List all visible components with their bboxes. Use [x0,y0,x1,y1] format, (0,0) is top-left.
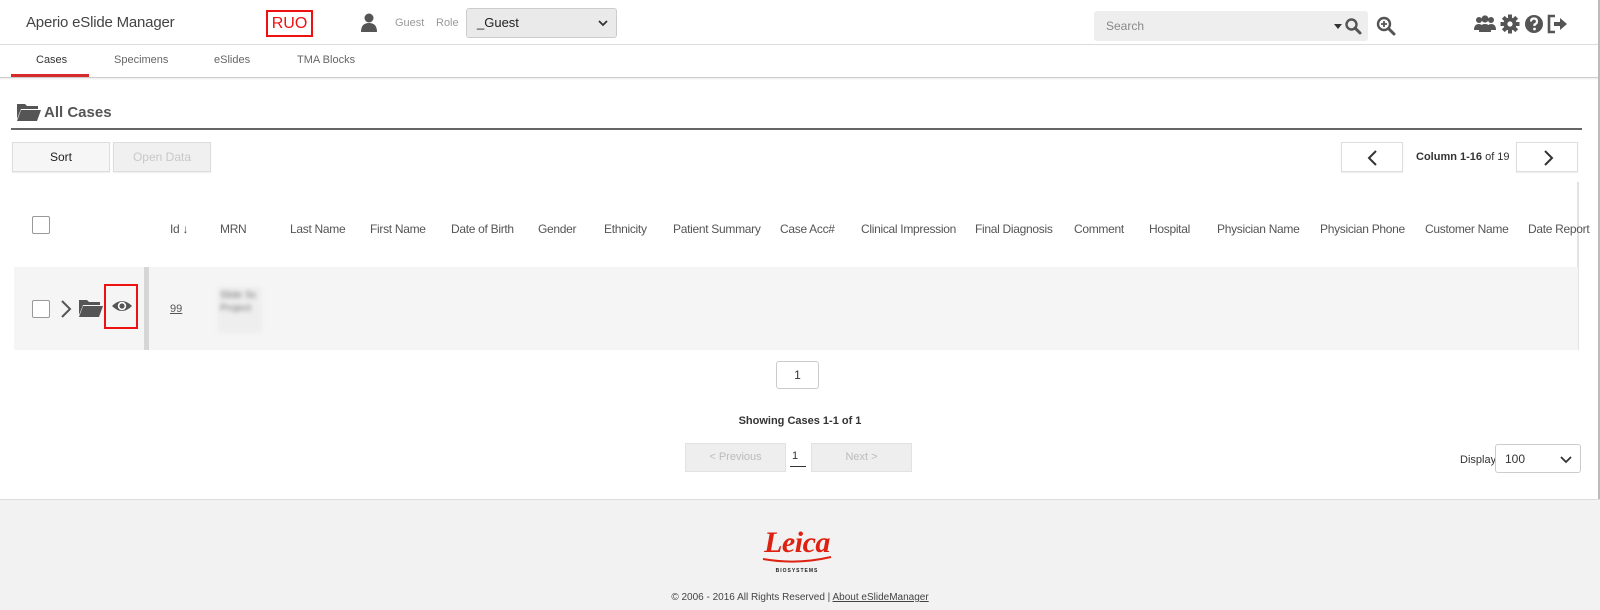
about-link[interactable]: About eSlideManager [833,592,929,603]
column-range-info: Column 1-16 of 19 [1416,151,1510,163]
chevron-left-icon [1367,150,1377,166]
sort-button[interactable]: Sort [12,142,110,172]
user-name: Guest [395,17,425,29]
column-header-customer-name[interactable]: Customer Name [1425,222,1509,236]
column-header-date-of-birth[interactable]: Date of Birth [451,222,514,236]
caret-down-icon[interactable] [1334,24,1342,29]
tab-specimens[interactable]: Specimens [114,54,168,66]
column-header-comment[interactable]: Comment [1074,222,1124,236]
tab-eslides[interactable]: eSlides [214,54,250,66]
role-select-value: _Guest [477,15,519,30]
column-header-clinical-impression[interactable]: Clinical Impression [861,222,956,236]
display-count-value: 100 [1505,452,1526,466]
ruo-badge: RUO [266,10,313,37]
current-page-underline [790,466,806,467]
column-header-first-name[interactable]: First Name [370,222,426,236]
view-case-highlight[interactable] [104,284,138,329]
section-divider [11,128,1582,130]
column-header-ethnicity[interactable]: Ethnicity [604,222,647,236]
role-select[interactable]: _Guest [466,8,617,38]
gear-icon[interactable] [1499,13,1521,35]
chevron-down-icon [598,20,608,27]
open-data-button[interactable]: Open Data [113,142,211,172]
copyright-text: © 2006 - 2016 All Rights Reserved | [671,592,831,603]
column-range: Column 1-16 [1416,151,1483,163]
page-title: All Cases [44,104,112,121]
display-count-select[interactable]: 100 [1495,444,1581,473]
column-header-id[interactable]: Id ↓ [170,222,188,236]
display-label: Display [1460,454,1497,466]
mrn-cell: Slide Sc Project [218,287,262,333]
column-total: of 19 [1485,151,1510,163]
column-header-final-diagnosis[interactable]: Final Diagnosis [975,222,1053,236]
eye-icon[interactable] [111,298,133,314]
app-title: Aperio eSlide Manager [26,14,175,31]
row-checkbox[interactable] [32,300,50,318]
main-tabs: Cases Specimens eSlides TMA Blocks [0,46,1600,78]
previous-page-button[interactable]: < Previous [685,443,786,472]
footer: Leica BIOSYSTEMS © 2006 - 2016 All Right… [0,499,1600,610]
tab-cases[interactable]: Cases [36,54,67,66]
column-header-physician-phone[interactable]: Physician Phone [1320,222,1405,236]
copyright: © 2006 - 2016 All Rights Reserved | Abou… [0,592,1600,603]
column-header-case-acc[interactable]: Case Acc# [780,222,835,236]
folder-open-icon [17,104,41,121]
current-page[interactable]: 1 [792,450,798,462]
next-page-button[interactable]: Next > [811,443,912,472]
active-tab-indicator [11,74,89,77]
column-header-date-report[interactable]: Date Report [1528,222,1590,236]
search-input[interactable]: Search [1094,11,1368,41]
case-id-link[interactable]: 99 [170,303,182,315]
select-all-checkbox[interactable] [32,216,50,234]
logo-subtitle: BIOSYSTEMS [775,568,819,574]
logout-icon[interactable] [1546,13,1568,35]
users-icon[interactable] [1474,13,1496,35]
folder-open-icon[interactable] [79,298,103,318]
column-header-patient-summary[interactable]: Patient Summary [673,222,761,236]
row-divider [144,267,149,350]
column-header-last-name[interactable]: Last Name [290,222,346,236]
prev-columns-button[interactable] [1341,142,1403,172]
chevron-down-icon [1560,456,1572,464]
search-placeholder: Search [1106,19,1145,33]
zoom-in-icon[interactable] [1376,16,1396,36]
column-header-physician-name[interactable]: Physician Name [1217,222,1300,236]
top-bar: Aperio eSlide Manager RUO Guest Role _Gu… [0,0,1600,45]
role-label: Role [436,17,459,29]
showing-count: Showing Cases 1-1 of 1 [738,415,862,427]
help-icon[interactable] [1523,13,1545,35]
user-icon [360,13,378,33]
chevron-right-icon [1544,150,1554,166]
tab-tma-blocks[interactable]: TMA Blocks [297,54,355,66]
logo-swoosh-icon [762,556,832,563]
leica-logo: Leica BIOSYSTEMS [758,526,836,576]
chevron-right-icon[interactable] [60,300,72,318]
column-header-mrn[interactable]: MRN [220,222,247,236]
page-number-box[interactable]: 1 [776,361,819,389]
next-columns-button[interactable] [1516,142,1578,172]
search-icon[interactable] [1344,17,1362,35]
column-header-hospital[interactable]: Hospital [1149,222,1190,236]
column-header-gender[interactable]: Gender [538,222,577,236]
